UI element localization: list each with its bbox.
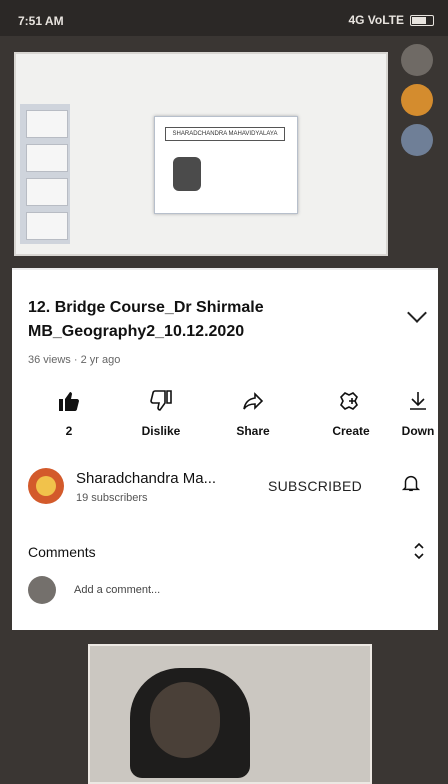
chevron-down-icon[interactable] — [407, 303, 427, 323]
thumbs-down-icon — [126, 388, 196, 414]
slide-thumb-3 — [26, 178, 68, 206]
slide-main: SHARADCHANDRA MAHAVIDYALAYA — [154, 116, 298, 214]
channel-avatar[interactable] — [28, 468, 64, 504]
share-button[interactable]: Share — [218, 388, 288, 438]
download-icon — [398, 388, 438, 414]
expand-icon[interactable] — [412, 540, 426, 567]
participant-cam-2 — [401, 84, 433, 116]
create-button[interactable]: Create — [316, 388, 386, 438]
comments-header[interactable]: Comments — [28, 544, 96, 560]
status-time: 7:51 AM — [18, 14, 64, 28]
slide-thumb-1 — [26, 110, 68, 138]
bell-icon[interactable] — [400, 472, 422, 499]
participant-cam-3 — [401, 124, 433, 156]
video-details-sheet: 12. Bridge Course_Dr Shirmale MB_Geograp… — [12, 268, 438, 630]
participant-cam-1 — [401, 44, 433, 76]
action-bar: 2 Dislike Share Create Down — [12, 388, 438, 450]
download-label: Down — [401, 424, 435, 438]
slide-thumbnails — [20, 104, 70, 244]
share-icon — [218, 388, 288, 414]
slide-title: SHARADCHANDRA MAHAVIDYALAYA — [165, 127, 285, 141]
like-count: 2 — [65, 424, 73, 438]
add-comment-input[interactable]: Add a comment... — [74, 584, 160, 596]
video-meta: 36 views · 2 yr ago — [28, 354, 121, 366]
dislike-button[interactable]: Dislike — [126, 388, 196, 438]
create-icon — [316, 388, 386, 414]
participant-cams — [394, 36, 440, 164]
like-button[interactable]: 2 — [34, 388, 104, 438]
battery-icon — [410, 14, 434, 26]
video-player[interactable]: SHARADCHANDRA MAHAVIDYALAYA — [14, 52, 388, 256]
download-button[interactable]: Down — [398, 388, 438, 438]
create-label: Create — [332, 424, 370, 438]
share-label: Share — [236, 424, 270, 438]
status-right: 4G VoLTE — [348, 13, 434, 27]
video-title: 12. Bridge Course_Dr Shirmale MB_Geograp… — [28, 299, 264, 340]
presenter-photo — [173, 157, 201, 191]
channel-row[interactable]: Sharadchandra Ma... 19 subscribers SUBSC… — [28, 462, 438, 508]
slide-thumb-4 — [26, 212, 68, 240]
network-label: 4G VoLTE — [348, 13, 404, 27]
add-comment-row[interactable]: Add a comment... — [28, 576, 428, 616]
slide-thumb-2 — [26, 144, 68, 172]
bottom-video-feed — [88, 644, 372, 784]
status-bar: 7:51 AM 4G VoLTE — [0, 0, 448, 36]
subscribed-button[interactable]: SUBSCRIBED — [268, 478, 362, 494]
user-avatar — [28, 576, 56, 604]
thumbs-up-icon — [34, 388, 104, 414]
channel-name[interactable]: Sharadchandra Ma... — [76, 470, 216, 487]
person-face — [150, 682, 220, 758]
channel-subscribers: 19 subscribers — [76, 492, 148, 504]
dislike-label: Dislike — [141, 424, 181, 438]
